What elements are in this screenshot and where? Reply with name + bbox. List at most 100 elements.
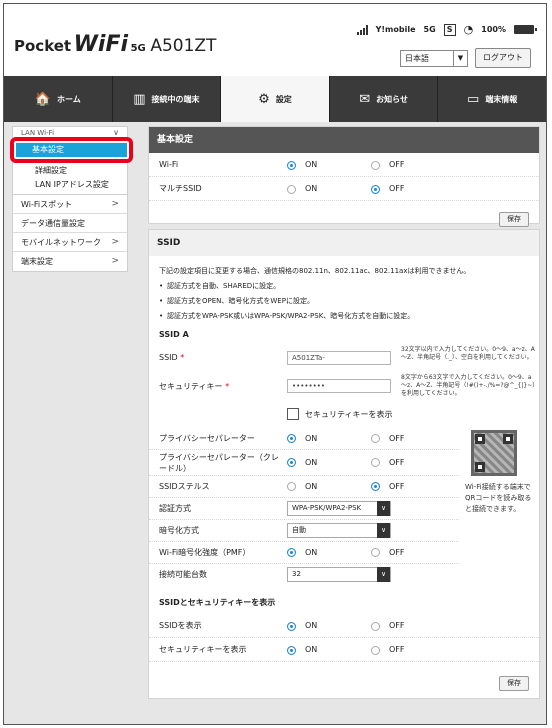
stealth-off-radio[interactable] xyxy=(371,482,380,491)
qr-code-text: Wi-Fi接続する端末でQRコードを読み取ると接続できます。 xyxy=(465,483,532,513)
sidebar-item-advanced[interactable]: 詳細設定 xyxy=(13,164,127,178)
chevron-down-icon: ∨ xyxy=(377,523,390,538)
ssid-note: 32文字以内で入力してください。0～9、a～z、A～Z、半角記号（._）、空白を… xyxy=(401,346,535,361)
basic-settings-title: 基本設定 xyxy=(149,127,539,153)
privacy-cradle-label: プライバシーセパレーター（クレードル） xyxy=(159,453,279,473)
chevron-down-icon: ∨ xyxy=(377,567,390,582)
encryption-select[interactable]: 自動 ∨ xyxy=(287,523,391,538)
security-key-note: 8文字から63文字で入力してください。0～9、a～z、A～Z、半角記号（!#()… xyxy=(401,374,536,397)
privacy-cradle-off-radio[interactable] xyxy=(371,458,380,467)
tab-devices[interactable]: ▥ 接続中の端末 xyxy=(113,76,222,122)
tab-home[interactable]: 🏠 ホーム xyxy=(4,76,113,122)
ssid-name-label: SSID * xyxy=(159,353,185,362)
logo-5g: 5G xyxy=(130,43,146,54)
carrier-name: Y!mobile xyxy=(375,25,416,34)
signal-icon xyxy=(356,24,368,35)
privacy-on-radio[interactable] xyxy=(287,434,296,443)
ssid-stealth-label: SSIDステルス xyxy=(159,482,210,491)
stealth-on-label: ON xyxy=(305,482,318,491)
tab-device-info[interactable]: ▭ 端末情報 xyxy=(438,76,546,122)
chevron-down-icon: ▼ xyxy=(453,51,467,66)
tab-settings-label: 設定 xyxy=(275,94,292,104)
sidebar-item-label: Wi-Fiスポット xyxy=(21,200,73,209)
show-ssid-on-radio[interactable] xyxy=(287,622,296,631)
ssid-card: SSID 下記の設定項目に変更する場合、通信規格の802.11n、802.11a… xyxy=(148,229,541,699)
home-icon: 🏠 xyxy=(34,91,51,107)
encryption-label: 暗号化方式 xyxy=(159,526,199,535)
ssid-save-button[interactable]: 保存 xyxy=(499,676,529,691)
privacy-off-radio[interactable] xyxy=(371,434,380,443)
pmf-off-radio[interactable] xyxy=(371,548,380,557)
multi-ssid-on-label: ON xyxy=(305,184,318,193)
sidebar-menu: Wi-Fiスポット > データ通信量設定 モバイルネットワーク > 端末設定 > xyxy=(12,195,128,272)
show-key-setting-row: セキュリティキーを表示 ON OFF xyxy=(149,638,541,662)
network-type: 5G xyxy=(423,25,436,34)
sidebar: LAN Wi-Fi ∨ 詳細設定 LAN IPアドレス設定 基本設定 Wi-Fi… xyxy=(10,126,133,272)
pmf-on-radio[interactable] xyxy=(287,548,296,557)
multi-ssid-off-radio[interactable] xyxy=(371,185,380,194)
security-key-row: セキュリティキー * •••••••• 8文字から63文字で入力してください。0… xyxy=(149,374,541,400)
wifi-off-label: OFF xyxy=(389,160,405,169)
ssid-a-heading: SSID A xyxy=(159,330,189,339)
sidebar-item-label: データ通信量設定 xyxy=(21,219,85,228)
privacy-off-label: OFF xyxy=(389,434,405,443)
chevron-right-icon: > xyxy=(111,256,119,266)
max-devices-value: 32 xyxy=(292,570,301,578)
stealth-on-radio[interactable] xyxy=(287,482,296,491)
sidebar-item-basic-settings[interactable]: 基本設定 xyxy=(16,143,127,157)
auth-method-select[interactable]: WPA-PSK/WPA2-PSK ∨ xyxy=(287,501,391,516)
privacy-separator-label: プライバシーセパレーター xyxy=(159,434,255,443)
ssid-name-row: SSID * A501ZTa- 32文字以内で入力してください。0～9、a～z、… xyxy=(149,346,541,372)
ssid-desc-bullet: 認証方式を自動、SHAREDに設定。 xyxy=(159,279,529,294)
wifi-status-icon: ◔ xyxy=(463,23,474,36)
show-key-checkbox[interactable] xyxy=(287,408,299,420)
show-ssid-key-heading: SSIDとセキュリティキーを表示 xyxy=(159,598,276,607)
tab-home-label: ホーム xyxy=(57,94,81,104)
max-devices-select[interactable]: 32 ∨ xyxy=(287,567,391,582)
ssid-title: SSID xyxy=(149,230,539,256)
tab-notices[interactable]: ✉ お知らせ xyxy=(330,76,439,122)
main-nav: 🏠 ホーム ▥ 接続中の端末 ⚙ 設定 ✉ お知らせ ▭ 端末情報 xyxy=(4,76,546,122)
pmf-row: Wi-Fi暗号化強度（PMF） ON OFF xyxy=(149,542,459,564)
show-key-off-radio[interactable] xyxy=(371,646,380,655)
show-key-on-radio[interactable] xyxy=(287,646,296,655)
security-key-input[interactable]: •••••••• xyxy=(287,379,391,393)
wifi-on-label: ON xyxy=(305,160,318,169)
ssid-input[interactable]: A501ZTa- xyxy=(287,351,391,365)
auth-method-row: 認証方式 WPA-PSK/WPA2-PSK ∨ xyxy=(149,498,459,520)
basic-save-button[interactable]: 保存 xyxy=(499,212,529,227)
multi-ssid-on-radio[interactable] xyxy=(287,185,296,194)
wifi-off-radio[interactable] xyxy=(371,161,380,170)
sidebar-item-label: モバイルネットワーク xyxy=(21,238,101,247)
sidebar-item-device-settings[interactable]: 端末設定 > xyxy=(13,252,127,271)
battery-icon xyxy=(514,25,537,34)
language-value: 日本語 xyxy=(405,54,429,63)
encryption-row: 暗号化方式 自動 ∨ xyxy=(149,520,459,542)
privacy-on-label: ON xyxy=(305,434,318,443)
ssid-desc-list: 認証方式を自動、SHAREDに設定。 認証方式をOPEN、暗号化方式をWEPに設… xyxy=(159,279,529,324)
model-name: A501ZT xyxy=(150,36,217,56)
sidebar-item-lan-ip[interactable]: LAN IPアドレス設定 xyxy=(13,178,127,192)
logo: Pocket WiFi 5G A501ZT xyxy=(14,32,216,57)
show-key-setting-label: セキュリティキーを表示 xyxy=(159,645,247,654)
sidebar-item-data-usage[interactable]: データ通信量設定 xyxy=(13,214,127,233)
multi-ssid-row: マルチSSID ON OFF xyxy=(149,177,539,201)
privacy-cradle-row: プライバシーセパレーター（クレードル） ON OFF xyxy=(149,450,459,476)
wifi-label: Wi-Fi xyxy=(159,160,179,169)
show-ssid-off-radio[interactable] xyxy=(371,622,380,631)
language-select[interactable]: 日本語 ▼ xyxy=(400,50,468,67)
tab-settings[interactable]: ⚙ 設定 xyxy=(221,76,330,122)
show-key-on-label: ON xyxy=(305,645,318,654)
wifi-on-radio[interactable] xyxy=(287,161,296,170)
show-key-label: セキュリティキーを表示 xyxy=(305,410,393,419)
privacy-cradle-on-label: ON xyxy=(305,458,318,467)
qr-code-icon xyxy=(471,430,517,476)
show-ssid-on-label: ON xyxy=(305,621,318,630)
sidebar-item-wifi-spot[interactable]: Wi-Fiスポット > xyxy=(13,195,127,214)
privacy-separator-row: プライバシーセパレーター ON OFF xyxy=(149,428,459,450)
logout-button[interactable]: ログアウト xyxy=(475,48,531,68)
privacy-cradle-on-radio[interactable] xyxy=(287,458,296,467)
s-badge-icon: S xyxy=(443,23,456,36)
stealth-off-label: OFF xyxy=(389,482,405,491)
sidebar-item-mobile-network[interactable]: モバイルネットワーク > xyxy=(13,233,127,252)
